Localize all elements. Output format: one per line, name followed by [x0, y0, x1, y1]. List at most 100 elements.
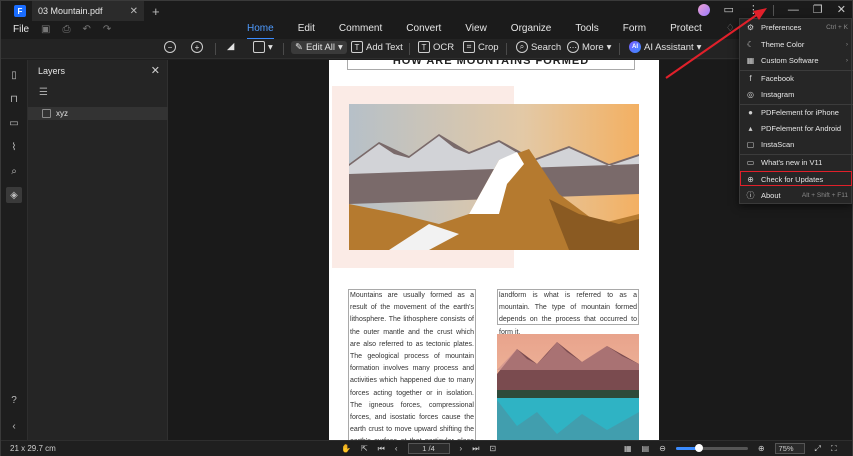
ai-assistant-button[interactable]: AI AI Assistant ▾ — [629, 41, 701, 53]
search-button[interactable]: ⌕ Search — [516, 41, 561, 53]
close-panel-icon[interactable]: ✕ — [151, 64, 160, 77]
crop-button[interactable]: ⌗ Crop — [463, 41, 499, 53]
tab-protect[interactable]: Protect — [670, 23, 702, 38]
zoom-in-button[interactable]: + — [191, 41, 203, 53]
submenu-arrow-icon: › — [845, 56, 848, 64]
tab-view[interactable]: View — [465, 23, 487, 38]
menu-item-instagram[interactable]: ◎ Instagram — [740, 87, 853, 101]
pdf-page[interactable]: HOW ARE MOUNTAINS FORMED Mountains are u… — [329, 60, 659, 440]
more-button[interactable]: ⋯ More ▾ — [567, 41, 611, 53]
layer-item[interactable]: xyz — [28, 107, 168, 120]
document-tab-label: 03 Mountain.pdf — [38, 6, 103, 16]
shape-button[interactable]: ▾ — [253, 41, 273, 53]
menu-item-facebook[interactable]: f Facebook — [740, 71, 853, 85]
menu-item-whats-new[interactable]: ▭ What's new in V11 — [740, 155, 853, 169]
menu-item-preferences[interactable]: ⚙ Preferences Ctrl + K — [740, 20, 853, 34]
close-tab-icon[interactable]: ✕ — [130, 6, 138, 17]
grid-icon: ▦ — [746, 55, 755, 65]
zoom-level-select[interactable]: 75% — [774, 443, 805, 454]
print-icon[interactable]: ⎙ — [62, 24, 70, 35]
tab-organize[interactable]: Organize — [511, 23, 552, 38]
message-icon[interactable]: ▭ — [724, 4, 734, 16]
bulb-icon[interactable]: ♢ — [726, 23, 735, 38]
fit-width-icon[interactable]: ⤢ — [815, 444, 821, 454]
edit-pen-icon: ✎ — [295, 42, 303, 53]
more-options-dropdown: ⚙ Preferences Ctrl + K ☾ Theme Color › ▦… — [739, 18, 853, 204]
right-column-text[interactable]: landform is what is referred to as a mou… — [497, 289, 639, 336]
left-column-text[interactable]: Mountains are usually formed as a result… — [348, 289, 476, 440]
first-page-icon[interactable]: ⏮ — [378, 444, 385, 454]
quick-access: ▣ ⎙ ↶ ↷ — [41, 24, 111, 35]
redo-icon[interactable]: ↷ — [103, 24, 111, 35]
attachment-icon[interactable]: ⌇ — [8, 141, 20, 153]
left-icon-rail: ▯ ⊓ ▭ ⌇ ⌕ ◈ ? ‹ — [1, 60, 28, 440]
collapse-icon[interactable]: ‹ — [8, 420, 20, 432]
shortcut-label: Ctrl + K — [826, 23, 848, 31]
edit-all-button[interactable]: ✎ Edit All ▾ — [291, 41, 347, 54]
zoom-slider[interactable] — [675, 444, 748, 452]
layers-title: Layers — [38, 66, 66, 76]
hand-tool-icon[interactable]: ✋ — [341, 444, 351, 453]
layers-options-icon[interactable]: ☰ — [39, 87, 48, 98]
file-menu[interactable]: File — [13, 24, 29, 35]
ocr-button[interactable]: T OCR — [418, 41, 454, 53]
tab-edit[interactable]: Edit — [298, 23, 315, 38]
view-mode-icon[interactable]: ▦ — [624, 444, 632, 453]
menu-item-label: Instagram — [761, 89, 795, 99]
comment-icon[interactable]: ▭ — [8, 117, 20, 129]
menu-item-label: What's new in V11 — [761, 157, 823, 167]
ai-icon: AI — [629, 41, 641, 53]
prev-page-icon[interactable]: ‹ — [395, 444, 398, 453]
gear-icon: ⚙ — [746, 22, 755, 32]
more-vertical-icon[interactable]: ⋮ — [748, 4, 759, 16]
page-dimensions: 21 x 29.7 cm — [10, 444, 56, 453]
menu-item-label: Preferences — [761, 22, 802, 32]
menu-item-instascan[interactable]: ▢ InstaScan — [740, 137, 853, 151]
menu-row: File ▣ ⎙ ↶ ↷ Home Edit Comment Convert V… — [1, 21, 852, 40]
layout-icon[interactable]: ▤ — [642, 444, 650, 453]
tab-form[interactable]: Form — [623, 23, 646, 38]
menu-item-custom-software[interactable]: ▦ Custom Software › — [740, 53, 853, 67]
minimize-icon[interactable]: — — [788, 4, 799, 16]
menu-item-theme-color[interactable]: ☾ Theme Color › — [740, 37, 853, 51]
highlight-button[interactable]: ◢ — [227, 41, 234, 52]
restore-icon[interactable]: ❐ — [813, 4, 823, 16]
next-page-icon[interactable]: › — [460, 444, 463, 453]
tab-home[interactable]: Home — [247, 23, 274, 40]
layer-visibility-checkbox[interactable] — [42, 109, 51, 118]
page-heading[interactable]: HOW ARE MOUNTAINS FORMED — [347, 60, 635, 70]
mountain-ridge-image[interactable] — [349, 104, 639, 250]
menu-item-label: PDFelement for Android — [761, 123, 842, 133]
add-text-button[interactable]: T Add Text — [351, 41, 403, 53]
document-tab[interactable]: 03 Mountain.pdf ✕ — [32, 1, 144, 21]
page-thumbnail-icon[interactable]: ▯ — [8, 69, 20, 81]
search-panel-icon[interactable]: ⌕ — [8, 165, 20, 177]
avatar[interactable] — [697, 4, 710, 16]
tab-convert[interactable]: Convert — [406, 23, 441, 38]
zoom-out-small-icon[interactable]: ⊖ — [659, 444, 666, 453]
bookmark-icon[interactable]: ⊓ — [8, 93, 20, 105]
zoom-out-button[interactable]: − — [164, 41, 176, 53]
page-number-input[interactable]: 1 /4 — [407, 443, 450, 454]
lake-mountain-image[interactable] — [497, 334, 639, 440]
crop-label: Crop — [478, 41, 499, 53]
close-window-icon[interactable]: ✕ — [837, 4, 846, 16]
layers-icon[interactable]: ◈ — [6, 187, 22, 203]
fullscreen-icon[interactable]: ⛶ — [831, 444, 837, 454]
app-logo-icon[interactable]: F — [14, 5, 26, 17]
select-tool-icon[interactable]: ⇱ — [361, 444, 368, 453]
help-icon[interactable]: ? — [8, 394, 20, 406]
tab-comment[interactable]: Comment — [339, 23, 382, 38]
menu-item-pdfelement-android[interactable]: ▴ PDFelement for Android — [740, 121, 853, 135]
zoom-in-small-icon[interactable]: ⊕ — [758, 444, 765, 453]
fit-page-icon[interactable]: ⊡ — [489, 444, 496, 453]
tab-tools[interactable]: Tools — [575, 23, 598, 38]
divider — [409, 43, 410, 55]
zoom-slider-knob[interactable] — [694, 444, 703, 452]
new-tab-button[interactable]: + — [152, 4, 160, 19]
last-page-icon[interactable]: ⏭ — [472, 444, 479, 454]
save-icon[interactable]: ▣ — [41, 24, 50, 35]
undo-icon[interactable]: ↶ — [82, 24, 90, 35]
menu-item-pdfelement-iphone[interactable]: ● PDFelement for iPhone — [740, 105, 853, 119]
menu-item-about[interactable]: ⓘ About Alt + Shift + F11 — [740, 188, 853, 202]
